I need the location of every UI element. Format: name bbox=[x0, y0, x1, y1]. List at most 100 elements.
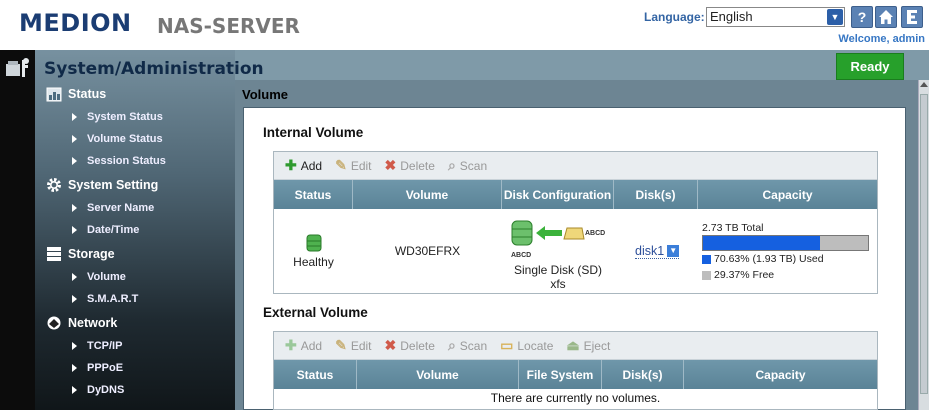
home-icon bbox=[879, 10, 893, 24]
sidebar-item-dydns[interactable]: DyDNS bbox=[72, 382, 124, 398]
arrow-right-icon bbox=[72, 113, 77, 121]
plus-icon: ✚ bbox=[285, 157, 297, 173]
home-button[interactable] bbox=[875, 6, 897, 28]
storage-icon bbox=[45, 246, 62, 263]
button-label: Add bbox=[300, 338, 323, 353]
column-header: Disk Configuration bbox=[502, 180, 614, 209]
sidebar-item-label: Session Status bbox=[87, 155, 166, 167]
capacity-free: 29.37% Free bbox=[702, 269, 774, 281]
sidebar-item-label: Server Name bbox=[87, 202, 155, 214]
column-header: File System bbox=[519, 360, 602, 389]
sidebar-item-tcpip[interactable]: TCP/IP bbox=[72, 338, 122, 354]
arrow-right-icon bbox=[72, 204, 77, 212]
external-volume-title: External Volume bbox=[263, 305, 368, 320]
sidebar-group-label: Storage bbox=[68, 247, 115, 261]
button-label: Edit bbox=[350, 338, 372, 353]
external-volume-table: ✚ Add ✎ Edit ✖ Delete ⌕ Scan ▭ Locate ⏏ Eject … bbox=[273, 331, 878, 410]
disk-dropdown[interactable]: disk1 ▼ bbox=[635, 244, 680, 259]
column-header: Capacity bbox=[755, 367, 806, 382]
delete-button[interactable]: ✖ Delete bbox=[385, 337, 435, 354]
database-icon bbox=[511, 220, 533, 246]
sidebar-item-label: System Status bbox=[87, 111, 163, 123]
arrow-right-icon bbox=[72, 364, 77, 372]
scan-button[interactable]: ⌕ Scan bbox=[448, 337, 487, 354]
sidebar-item-volume[interactable]: Volume bbox=[72, 269, 126, 285]
scroll-up-icon[interactable] bbox=[920, 82, 928, 87]
help-button[interactable]: ? bbox=[851, 6, 873, 28]
scan-button[interactable]: ⌕ Scan bbox=[448, 157, 487, 174]
sidebar-item-label: Volume bbox=[87, 271, 126, 283]
button-label: Scan bbox=[459, 158, 488, 173]
arrow-right-icon bbox=[72, 342, 77, 350]
sidebar-group-storage[interactable]: Storage bbox=[45, 244, 115, 264]
add-button[interactable]: ✚ Add bbox=[285, 157, 322, 174]
sidebar-group-network[interactable]: Network bbox=[45, 313, 117, 333]
disk-name: disk1 bbox=[635, 244, 665, 258]
delete-button[interactable]: ✖ Delete bbox=[385, 157, 435, 174]
internal-toolbar: ✚ Add ✎ Edit ✖ Delete ⌕ Scan bbox=[274, 152, 877, 180]
sidebar-item-server-name[interactable]: Server Name bbox=[72, 200, 154, 216]
disk-config: Single Disk (SD) bbox=[513, 263, 603, 277]
sidebar-group-label: Network bbox=[68, 316, 118, 330]
add-button[interactable]: ✚ Add bbox=[285, 337, 322, 354]
edit-button[interactable]: ✎ Edit bbox=[335, 337, 371, 354]
status-monitor-icon bbox=[45, 86, 62, 103]
sidebar-group-label: System Setting bbox=[68, 178, 159, 192]
eject-icon: ⏏ bbox=[566, 337, 580, 353]
disk-label: ABCD bbox=[511, 252, 532, 259]
sidebar-item-smart[interactable]: S.M.A.R.T bbox=[72, 291, 138, 307]
sidebar-item-volume-status[interactable]: Volume Status bbox=[72, 131, 163, 147]
delete-icon: ✖ bbox=[384, 337, 397, 353]
arrow-right-icon bbox=[72, 295, 77, 303]
scrollbar[interactable] bbox=[918, 80, 929, 410]
capacity-used-fill bbox=[703, 236, 820, 250]
internal-volume-title: Internal Volume bbox=[263, 125, 364, 140]
free-text: 29.37% Free bbox=[714, 269, 775, 281]
button-label: Scan bbox=[459, 338, 488, 353]
volume-heading: Volume bbox=[242, 87, 288, 102]
sidebar-group-system-setting[interactable]: System Setting bbox=[45, 175, 158, 195]
brand-logo: MEDION bbox=[19, 9, 132, 37]
logout-button[interactable] bbox=[901, 6, 923, 28]
plus-icon: ✚ bbox=[285, 337, 297, 353]
scrollbar-thumb[interactable] bbox=[920, 94, 928, 394]
table-row[interactable]: Healthy WD30EFRX ABCD ABCD Single Disk (… bbox=[274, 209, 877, 294]
locate-button[interactable]: ▭ Locate bbox=[500, 337, 553, 354]
sidebar-item-date-time[interactable]: Date/Time bbox=[72, 222, 139, 238]
chevron-down-icon[interactable]: ▼ bbox=[827, 9, 843, 25]
hard-drive-icon bbox=[563, 227, 585, 240]
eject-button[interactable]: ⏏ Eject bbox=[566, 337, 610, 354]
capacity-total: 2.73 TB Total bbox=[702, 222, 764, 234]
language-select[interactable]: English ▼ bbox=[706, 7, 845, 27]
sidebar-group-label: Status bbox=[68, 87, 107, 101]
network-icon bbox=[45, 315, 62, 332]
arrow-right-icon bbox=[72, 157, 77, 165]
internal-volume-table: ✚ Add ✎ Edit ✖ Delete ⌕ Scan Status Volume D… bbox=[273, 151, 878, 294]
tools-icon[interactable] bbox=[5, 57, 31, 79]
magnifier-icon: ⌕ bbox=[447, 337, 456, 353]
status-text: Healthy bbox=[293, 255, 334, 269]
sidebar-item-label: S.M.A.R.T bbox=[87, 293, 139, 305]
sidebar-item-pppoe[interactable]: PPPoE bbox=[72, 360, 123, 376]
sidebar-item-label: PPPoE bbox=[87, 362, 124, 374]
gear-icon bbox=[45, 177, 62, 194]
arrow-left-icon bbox=[536, 226, 562, 240]
healthy-disk-icon bbox=[306, 234, 322, 252]
used-swatch bbox=[702, 254, 711, 264]
logout-icon bbox=[907, 10, 917, 24]
edit-button[interactable]: ✎ Edit bbox=[335, 157, 371, 174]
column-header: Disk(s) bbox=[614, 180, 698, 209]
edit-icon: ✎ bbox=[335, 157, 347, 173]
sidebar-item-session-status[interactable]: Session Status bbox=[72, 153, 166, 169]
button-label: Eject bbox=[583, 338, 611, 353]
chevron-down-icon[interactable]: ▼ bbox=[667, 245, 680, 257]
button-label: Delete bbox=[400, 158, 435, 173]
button-label: Locate bbox=[517, 338, 554, 353]
delete-icon: ✖ bbox=[384, 157, 397, 173]
sidebar-item-system-status[interactable]: System Status bbox=[72, 109, 163, 125]
language-label: Language: bbox=[644, 10, 705, 24]
disk-label: ABCD bbox=[585, 230, 606, 237]
sidebar-group-status[interactable]: Status bbox=[45, 84, 106, 104]
page-title: System/Administration bbox=[44, 59, 264, 79]
capacity-bar bbox=[702, 235, 869, 251]
